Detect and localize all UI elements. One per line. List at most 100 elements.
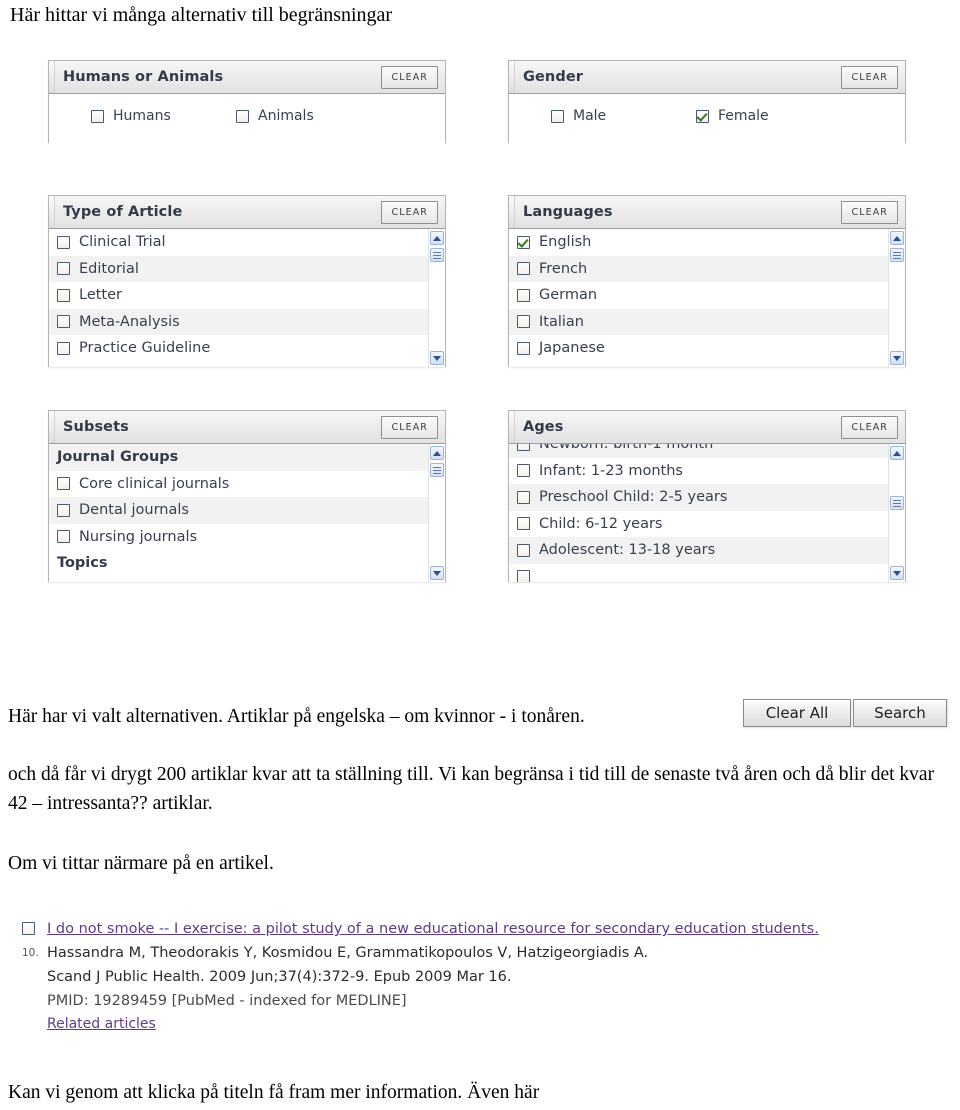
checkbox-item-japanese[interactable]: Japanese — [517, 340, 605, 356]
checkbox-item-animals[interactable]: Animals — [236, 108, 381, 124]
checkbox-icon[interactable] — [517, 464, 530, 478]
list-item[interactable]: German — [509, 282, 889, 309]
checkbox-item-practice-guideline[interactable]: Practice Guideline — [57, 340, 210, 356]
scroll-down-arrow-icon[interactable] — [890, 566, 904, 580]
checkbox-icon[interactable] — [517, 341, 530, 355]
checkbox-item-newborn[interactable]: Newborn: birth-1 month — [517, 444, 713, 452]
list-item[interactable]: Meta-Analysis — [49, 308, 429, 335]
list-item[interactable]: English — [509, 229, 889, 256]
list-item[interactable] — [509, 563, 889, 582]
checkbox-icon[interactable] — [57, 503, 70, 517]
checkbox-item-italian[interactable]: Italian — [517, 314, 584, 330]
checkbox-item-core-clinical-journals[interactable]: Core clinical journals — [57, 476, 229, 492]
checkbox-item-meta-analysis[interactable]: Meta-Analysis — [57, 314, 180, 330]
checkbox-item-clinical-trial[interactable]: Clinical Trial — [57, 234, 166, 250]
panel-body: English French German Italian Japanese — [509, 229, 905, 367]
checkbox-item-german[interactable]: German — [517, 287, 597, 303]
list-item[interactable]: Preschool Child: 2-5 years — [509, 484, 889, 511]
scrollbar[interactable] — [428, 444, 445, 582]
checkbox-label: Clinical Trial — [79, 234, 166, 251]
clear-button-type-of-article[interactable]: CLEAR — [381, 201, 438, 224]
checkbox-icon[interactable] — [517, 315, 530, 329]
checkbox-icon[interactable] — [517, 288, 530, 302]
list-item[interactable]: Letter — [49, 282, 429, 309]
scroll-list[interactable]: English French German Italian Japanese — [509, 229, 905, 367]
scroll-up-arrow-icon[interactable] — [430, 231, 444, 245]
checkbox-item-letter[interactable]: Letter — [57, 287, 122, 303]
checkbox-icon[interactable] — [57, 288, 70, 302]
checkbox-icon-checked[interactable] — [696, 109, 709, 123]
checkbox-icon[interactable] — [57, 341, 70, 355]
checkbox-item-french[interactable]: French — [517, 261, 587, 277]
list-item[interactable]: Italian — [509, 308, 889, 335]
checkbox-icon[interactable] — [551, 109, 564, 123]
scroll-list[interactable]: Journal Groups Core clinical journals De… — [49, 444, 445, 582]
list-item[interactable]: Editorial — [49, 255, 429, 282]
list-item[interactable]: Dental journals — [49, 497, 429, 524]
scroll-up-arrow-icon[interactable] — [890, 446, 904, 460]
checkbox-item-female[interactable]: Female — [696, 108, 841, 124]
scroll-down-arrow-icon[interactable] — [890, 351, 904, 365]
checkbox-item-preschool-child[interactable]: Preschool Child: 2-5 years — [517, 489, 727, 505]
checkbox-icon[interactable] — [22, 922, 35, 935]
list-item[interactable]: Core clinical journals — [49, 470, 429, 497]
scroll-down-arrow-icon[interactable] — [430, 566, 444, 580]
checkbox-icon[interactable] — [517, 262, 530, 276]
panel-body: Clinical Trial Editorial Letter Meta-Ana… — [49, 229, 445, 367]
checkbox-icon-checked[interactable] — [517, 235, 530, 249]
checkbox-item-nursing-journals[interactable]: Nursing journals — [57, 529, 197, 545]
scroll-list[interactable]: Newborn: birth-1 month Infant: 1-23 mont… — [509, 444, 905, 582]
checkbox-item-editorial[interactable]: Editorial — [57, 261, 139, 277]
list-item[interactable]: Infant: 1-23 months — [509, 457, 889, 484]
clear-button-humans-or-animals[interactable]: CLEAR — [381, 66, 438, 89]
list-item[interactable]: French — [509, 255, 889, 282]
list-item[interactable]: Child: 6-12 years — [509, 510, 889, 537]
checkbox-item-partial[interactable] — [517, 570, 539, 582]
checkbox-icon[interactable] — [91, 109, 104, 123]
list-item[interactable]: Practice Guideline — [49, 335, 429, 362]
scrollbar-thumb[interactable] — [430, 463, 444, 477]
clear-button-languages[interactable]: CLEAR — [841, 201, 898, 224]
scrollbar-thumb[interactable] — [430, 248, 444, 262]
checkbox-item-dental-journals[interactable]: Dental journals — [57, 502, 189, 518]
clear-button-subsets[interactable]: CLEAR — [381, 416, 438, 439]
checkbox-icon[interactable] — [517, 570, 530, 582]
checkbox-icon[interactable] — [517, 444, 530, 451]
narrative-paragraph-3: Om vi tittar närmare på en artikel. — [8, 853, 274, 874]
citation-title-link[interactable]: I do not smoke -- I exercise: a pilot st… — [47, 920, 819, 938]
related-articles-link[interactable]: Related articles — [47, 1013, 156, 1036]
checkbox-icon[interactable] — [517, 543, 530, 557]
checkbox-icon[interactable] — [236, 109, 249, 123]
checkbox-icon[interactable] — [517, 490, 530, 504]
scroll-down-arrow-icon[interactable] — [430, 351, 444, 365]
scrollbar-thumb[interactable] — [890, 248, 904, 262]
scroll-up-arrow-icon[interactable] — [430, 446, 444, 460]
clear-button-ages[interactable]: CLEAR — [841, 416, 898, 439]
checkbox-item-humans[interactable]: Humans — [91, 108, 236, 124]
scrollbar[interactable] — [888, 229, 905, 367]
scroll-up-arrow-icon[interactable] — [890, 231, 904, 245]
clear-button-gender[interactable]: CLEAR — [841, 66, 898, 89]
checkbox-item-infant[interactable]: Infant: 1-23 months — [517, 463, 683, 479]
scrollbar-thumb[interactable] — [890, 496, 904, 510]
list-item[interactable]: Nursing journals — [49, 523, 429, 550]
checkbox-item-male[interactable]: Male — [551, 108, 696, 124]
list-item[interactable]: Newborn: birth-1 month — [509, 444, 889, 458]
checkbox-icon[interactable] — [57, 477, 70, 491]
checkbox-icon[interactable] — [517, 517, 530, 531]
list-item[interactable]: Adolescent: 13-18 years — [509, 537, 889, 564]
scrollbar[interactable] — [888, 444, 905, 582]
search-button[interactable]: Search — [853, 699, 947, 727]
scrollbar[interactable] — [428, 229, 445, 367]
checkbox-icon[interactable] — [57, 262, 70, 276]
checkbox-icon[interactable] — [57, 315, 70, 329]
clear-all-button[interactable]: Clear All — [743, 699, 851, 727]
scroll-list[interactable]: Clinical Trial Editorial Letter Meta-Ana… — [49, 229, 445, 367]
checkbox-item-english[interactable]: English — [517, 234, 591, 250]
checkbox-item-child[interactable]: Child: 6-12 years — [517, 516, 663, 532]
checkbox-icon[interactable] — [57, 235, 70, 249]
list-item[interactable]: Clinical Trial — [49, 229, 429, 256]
checkbox-icon[interactable] — [57, 530, 70, 544]
checkbox-item-adolescent[interactable]: Adolescent: 13-18 years — [517, 542, 715, 558]
list-item[interactable]: Japanese — [509, 335, 889, 362]
